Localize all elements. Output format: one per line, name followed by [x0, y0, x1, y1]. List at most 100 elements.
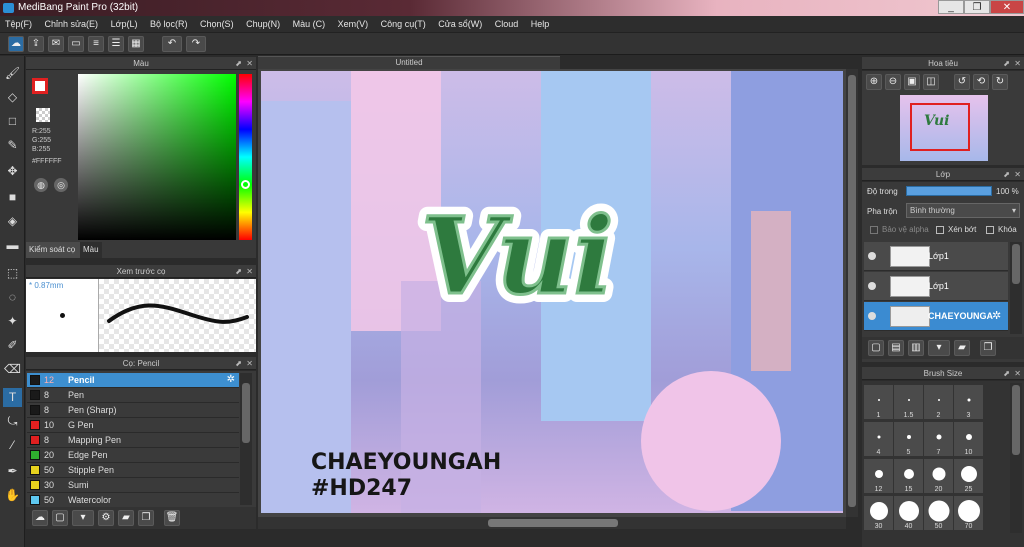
visibility-icon[interactable]	[868, 312, 876, 320]
brush-list-item[interactable]: 30 Sumi	[27, 478, 239, 493]
saturation-value-picker[interactable]	[78, 74, 236, 240]
brush-list-item[interactable]: 20 Edge Pen	[27, 448, 239, 463]
brush-size-cell[interactable]: 15	[894, 459, 923, 493]
select-rect-tool-icon[interactable]: ⬚	[3, 264, 22, 283]
brush-size-cell[interactable]: 12	[864, 459, 893, 493]
text-tool-icon[interactable]: T	[3, 388, 22, 407]
brush-size-cell[interactable]: 2	[924, 385, 953, 419]
primary-color-swatch[interactable]	[32, 78, 48, 94]
comment-icon[interactable]: ✉	[48, 36, 64, 52]
visibility-icon[interactable]	[868, 252, 876, 260]
brush-list-item[interactable]: 8 Pen	[27, 388, 239, 403]
brush-size-cell[interactable]: 30	[864, 496, 893, 530]
brush-size-cell[interactable]: 50	[924, 496, 953, 530]
brush-settings-icon[interactable]: ⚙	[98, 510, 114, 526]
undock-icon[interactable]: ⬈	[1003, 57, 1010, 70]
close-icon[interactable]: ✕	[1014, 57, 1021, 70]
restore-button[interactable]: ❐	[964, 0, 990, 14]
gradient-tool-icon[interactable]: ▬	[3, 236, 22, 255]
bucket-tool-icon[interactable]: ◈	[3, 212, 22, 231]
brush-list-item[interactable]: 8 Mapping Pen	[27, 433, 239, 448]
hue-slider-handle[interactable]	[241, 180, 250, 189]
brush-list-scrollbar[interactable]	[240, 373, 252, 505]
brush-size-cell[interactable]: 3	[954, 385, 983, 419]
brush-list-item[interactable]: 12 Pencil ✲	[27, 373, 239, 388]
duplicate-icon[interactable]: ❐	[138, 510, 154, 526]
minimize-button[interactable]: _	[938, 0, 964, 14]
transparent-color-swatch[interactable]	[36, 108, 50, 122]
menu-color[interactable]: Màu (C)	[288, 16, 331, 33]
hand-tool-icon[interactable]: ✋	[3, 486, 22, 505]
grid-icon[interactable]: ▦	[128, 36, 144, 52]
share-icon[interactable]: ⇪	[28, 36, 44, 52]
brush-size-scroll-thumb[interactable]	[1012, 385, 1020, 455]
close-icon[interactable]: ✕	[1014, 168, 1021, 181]
undo-icon[interactable]: ↶	[162, 36, 182, 52]
pen-tool-icon[interactable]: ✎	[3, 136, 22, 155]
lock-checkbox[interactable]	[986, 226, 994, 234]
canvas-horizontal-scrollbar[interactable]	[258, 517, 846, 529]
new-brush-icon[interactable]: ▢	[52, 510, 68, 526]
new-halftone-layer-icon[interactable]: ▤	[888, 340, 904, 356]
menu-view[interactable]: Xem(V)	[333, 16, 374, 33]
brush-list-item[interactable]: 8 Pen (Sharp)	[27, 403, 239, 418]
blend-mode-select[interactable]: Bình thường ▾	[906, 203, 1020, 218]
menu-help[interactable]: Help	[526, 16, 555, 33]
rotate-reset-icon[interactable]: ⟲	[973, 74, 989, 90]
layer-row-selected[interactable]: CHAEYOUNGA ✲	[864, 302, 1008, 331]
rotate-left-icon[interactable]: ↺	[954, 74, 970, 90]
cloud-brush-icon[interactable]: ☁	[32, 510, 48, 526]
list-icon[interactable]: ☰	[108, 36, 124, 52]
close-button[interactable]: ✕	[990, 0, 1024, 14]
fit-icon[interactable]: ▣	[904, 74, 920, 90]
folder-icon[interactable]: ▰	[118, 510, 134, 526]
menu-snap[interactable]: Chụp(N)	[241, 16, 285, 33]
close-icon[interactable]: ✕	[1014, 367, 1021, 380]
palette-icon[interactable]: ◍	[34, 178, 48, 192]
brush-size-cell[interactable]: 7	[924, 422, 953, 456]
brush-size-cell[interactable]: 40	[894, 496, 923, 530]
canvas-area[interactable]: Vui Vui CHAEYOUNGAH #HD247	[258, 69, 858, 517]
opacity-slider[interactable]	[906, 186, 992, 196]
undock-icon[interactable]: ⬈	[235, 357, 242, 370]
menu-filter[interactable]: Bộ lọc(R)	[145, 16, 193, 33]
move-tool-icon[interactable]: ✥	[3, 162, 22, 181]
add-layer-menu-icon[interactable]: ▾	[928, 340, 950, 356]
speech-icon[interactable]: ▭	[68, 36, 84, 52]
eraser-tool-icon[interactable]: ◇	[3, 88, 22, 107]
trash-icon[interactable]: 🗑	[164, 510, 180, 526]
duplicate-icon[interactable]: ❐	[980, 340, 996, 356]
brush-size-cell[interactable]: 1.5	[894, 385, 923, 419]
brush-size-cell[interactable]: 70	[954, 496, 983, 530]
operation-tool-icon[interactable]: ⤿	[3, 412, 22, 431]
brush-list-item[interactable]: 50 Watercolor	[27, 493, 239, 508]
document-icon[interactable]: ≡	[88, 36, 104, 52]
select-eraser-tool-icon[interactable]: ⌫	[3, 360, 22, 379]
canvas-tab[interactable]: Untitled	[258, 56, 560, 69]
menu-layer[interactable]: Lớp(L)	[106, 16, 143, 33]
undock-icon[interactable]: ⬈	[235, 265, 242, 278]
brush-size-cell[interactable]: 25	[954, 459, 983, 493]
new-8bit-layer-icon[interactable]: ▥	[908, 340, 924, 356]
tab-color[interactable]: Màu	[80, 242, 102, 258]
undock-icon[interactable]: ⬈	[1003, 367, 1010, 380]
rotate-right-icon[interactable]: ↻	[992, 74, 1008, 90]
cloud-icon[interactable]: ☁	[8, 36, 24, 52]
zoom-in-icon[interactable]: ⊕	[866, 74, 882, 90]
navigator-thumbnail[interactable]: Vui	[900, 95, 988, 161]
add-brush-icon[interactable]: ▾	[72, 510, 94, 526]
brush-size-cell[interactable]: 5	[894, 422, 923, 456]
brush-list-item[interactable]: 50 Stipple Pen	[27, 463, 239, 478]
brush-size-cell[interactable]: 10	[954, 422, 983, 456]
menu-window[interactable]: Cửa sổ(W)	[433, 16, 487, 33]
lasso-tool-icon[interactable]: ◌	[3, 288, 22, 307]
menu-tools[interactable]: Công cụ(T)	[376, 16, 431, 33]
menu-edit[interactable]: Chỉnh sửa(E)	[40, 16, 104, 33]
fill-rect-tool-icon[interactable]: ■	[3, 188, 22, 207]
visibility-icon[interactable]	[868, 282, 876, 290]
brush-size-cell[interactable]: 1	[864, 385, 893, 419]
redo-icon[interactable]: ↷	[186, 36, 206, 52]
folder-icon[interactable]: ▰	[954, 340, 970, 356]
tab-brush-control[interactable]: Kiểm soát cọ	[26, 242, 80, 258]
dropper-tool-icon[interactable]: ⁄	[3, 436, 22, 455]
